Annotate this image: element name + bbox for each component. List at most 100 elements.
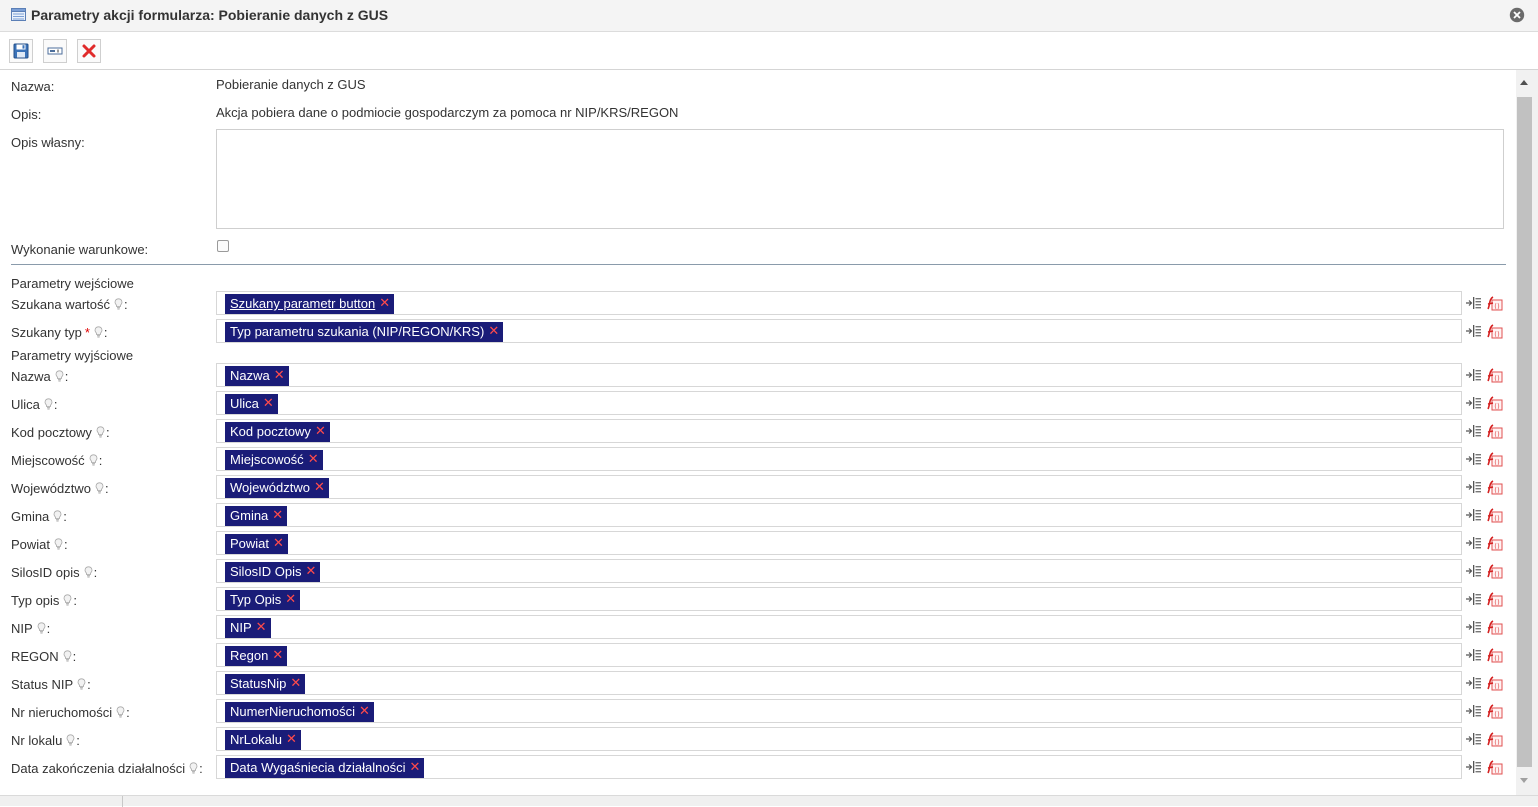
map-field-icon[interactable] xyxy=(1465,703,1482,719)
parameter-chip[interactable]: Data Wygaśniecia działalności ✕ xyxy=(225,758,425,778)
map-field-icon[interactable] xyxy=(1465,367,1482,383)
remove-chip-icon[interactable]: ✕ xyxy=(306,564,317,578)
close-icon[interactable] xyxy=(1509,7,1525,23)
output-param-field-11[interactable]: StatusNip ✕ xyxy=(216,671,1462,695)
parameter-chip[interactable]: NrLokalu ✕ xyxy=(225,730,301,750)
remove-chip-icon[interactable]: ✕ xyxy=(274,368,285,382)
map-field-icon[interactable] xyxy=(1465,619,1482,635)
remove-chip-icon[interactable]: ✕ xyxy=(263,396,274,410)
hint-bulb-icon[interactable] xyxy=(53,510,62,522)
output-param-field-13[interactable]: NrLokalu ✕ xyxy=(216,727,1462,751)
hint-bulb-icon[interactable] xyxy=(189,762,198,774)
remove-chip-icon[interactable]: ✕ xyxy=(308,452,319,466)
hint-bulb-icon[interactable] xyxy=(54,538,63,550)
parameter-chip[interactable]: Województwo ✕ xyxy=(225,478,329,498)
parameter-chip[interactable]: Typ Opis ✕ xyxy=(225,590,301,610)
map-field-icon[interactable] xyxy=(1465,423,1482,439)
wykonanie-warunkowe-checkbox[interactable] xyxy=(217,240,229,252)
map-field-icon[interactable] xyxy=(1465,675,1482,691)
vertical-scrollbar[interactable] xyxy=(1516,70,1538,795)
hint-bulb-icon[interactable] xyxy=(44,398,53,410)
output-param-field-12[interactable]: NumerNieruchomości ✕ xyxy=(216,699,1462,723)
input-param-field-0[interactable]: Szukany parametr button ✕ xyxy=(216,291,1462,315)
save-button[interactable] xyxy=(9,39,33,63)
hint-bulb-icon[interactable] xyxy=(63,650,72,662)
remove-chip-icon[interactable]: ✕ xyxy=(272,508,283,522)
function-icon[interactable]: () xyxy=(1486,619,1503,635)
parameter-chip[interactable]: Szukany parametr button ✕ xyxy=(225,294,395,314)
remove-chip-icon[interactable]: ✕ xyxy=(359,704,370,718)
function-icon[interactable]: () xyxy=(1486,647,1503,663)
output-param-field-5[interactable]: Gmina ✕ xyxy=(216,503,1462,527)
function-icon[interactable]: () xyxy=(1486,675,1503,691)
remove-chip-icon[interactable]: ✕ xyxy=(272,648,283,662)
parameter-chip[interactable]: Typ parametru szukania (NIP/REGON/KRS) ✕ xyxy=(225,322,504,342)
scroll-up-arrow-icon[interactable] xyxy=(1520,80,1528,85)
parameter-chip[interactable]: Powiat ✕ xyxy=(225,534,288,554)
remove-chip-icon[interactable]: ✕ xyxy=(290,676,301,690)
parameter-chip[interactable]: NumerNieruchomości ✕ xyxy=(225,702,374,722)
function-icon[interactable]: () xyxy=(1486,395,1503,411)
map-field-icon[interactable] xyxy=(1465,479,1482,495)
remove-chip-icon[interactable]: ✕ xyxy=(409,760,420,774)
hint-bulb-icon[interactable] xyxy=(95,482,104,494)
parameter-chip[interactable]: StatusNip ✕ xyxy=(225,674,306,694)
remove-chip-icon[interactable]: ✕ xyxy=(315,424,326,438)
parameter-chip[interactable]: NIP ✕ xyxy=(225,618,271,638)
hint-bulb-icon[interactable] xyxy=(114,298,123,310)
map-field-icon[interactable] xyxy=(1465,507,1482,523)
output-param-field-1[interactable]: Ulica ✕ xyxy=(216,391,1462,415)
parameter-chip-label[interactable]: Szukany parametr button xyxy=(230,296,375,312)
text-field-button[interactable] xyxy=(43,39,67,63)
function-icon[interactable]: () xyxy=(1486,507,1503,523)
map-field-icon[interactable] xyxy=(1465,591,1482,607)
remove-chip-icon[interactable]: ✕ xyxy=(379,296,390,310)
remove-chip-icon[interactable]: ✕ xyxy=(488,324,499,338)
remove-chip-icon[interactable]: ✕ xyxy=(285,592,296,606)
hint-bulb-icon[interactable] xyxy=(84,566,93,578)
hint-bulb-icon[interactable] xyxy=(55,370,64,382)
function-icon[interactable]: () xyxy=(1486,367,1503,383)
map-field-icon[interactable] xyxy=(1465,451,1482,467)
parameter-chip[interactable]: Gmina ✕ xyxy=(225,506,288,526)
function-icon[interactable]: () xyxy=(1486,451,1503,467)
hint-bulb-icon[interactable] xyxy=(94,326,103,338)
output-param-field-14[interactable]: Data Wygaśniecia działalności ✕ xyxy=(216,755,1462,779)
scroll-down-arrow-icon[interactable] xyxy=(1520,778,1528,783)
output-param-field-7[interactable]: SilosID Opis ✕ xyxy=(216,559,1462,583)
remove-chip-icon[interactable]: ✕ xyxy=(286,732,297,746)
remove-chip-icon[interactable]: ✕ xyxy=(273,536,284,550)
map-field-icon[interactable] xyxy=(1465,731,1482,747)
map-field-icon[interactable] xyxy=(1465,535,1482,551)
remove-chip-icon[interactable]: ✕ xyxy=(314,480,325,494)
hint-bulb-icon[interactable] xyxy=(116,706,125,718)
delete-button[interactable] xyxy=(77,39,101,63)
map-field-icon[interactable] xyxy=(1465,647,1482,663)
scrollbar-thumb[interactable] xyxy=(1517,97,1532,767)
input-param-field-1[interactable]: Typ parametru szukania (NIP/REGON/KRS) ✕ xyxy=(216,319,1462,343)
map-field-icon[interactable] xyxy=(1465,759,1482,775)
function-icon[interactable]: () xyxy=(1486,423,1503,439)
function-icon[interactable]: () xyxy=(1486,591,1503,607)
hint-bulb-icon[interactable] xyxy=(96,426,105,438)
function-icon[interactable]: () xyxy=(1486,295,1503,311)
map-field-icon[interactable] xyxy=(1465,563,1482,579)
function-icon[interactable]: () xyxy=(1486,731,1503,747)
hint-bulb-icon[interactable] xyxy=(66,734,75,746)
output-param-field-9[interactable]: NIP ✕ xyxy=(216,615,1462,639)
function-icon[interactable]: () xyxy=(1486,479,1503,495)
map-field-icon[interactable] xyxy=(1465,395,1482,411)
output-param-field-10[interactable]: Regon ✕ xyxy=(216,643,1462,667)
parameter-chip[interactable]: SilosID Opis ✕ xyxy=(225,562,321,582)
remove-chip-icon[interactable]: ✕ xyxy=(256,620,267,634)
parameter-chip[interactable]: Ulica ✕ xyxy=(225,394,278,414)
function-icon[interactable]: () xyxy=(1486,759,1503,775)
output-param-field-8[interactable]: Typ Opis ✕ xyxy=(216,587,1462,611)
output-param-field-4[interactable]: Województwo ✕ xyxy=(216,475,1462,499)
opis-wlasny-textarea[interactable] xyxy=(216,129,1504,229)
parameter-chip[interactable]: Kod pocztowy ✕ xyxy=(225,422,330,442)
hint-bulb-icon[interactable] xyxy=(63,594,72,606)
parameter-chip[interactable]: Regon ✕ xyxy=(225,646,288,666)
function-icon[interactable]: () xyxy=(1486,535,1503,551)
output-param-field-0[interactable]: Nazwa ✕ xyxy=(216,363,1462,387)
